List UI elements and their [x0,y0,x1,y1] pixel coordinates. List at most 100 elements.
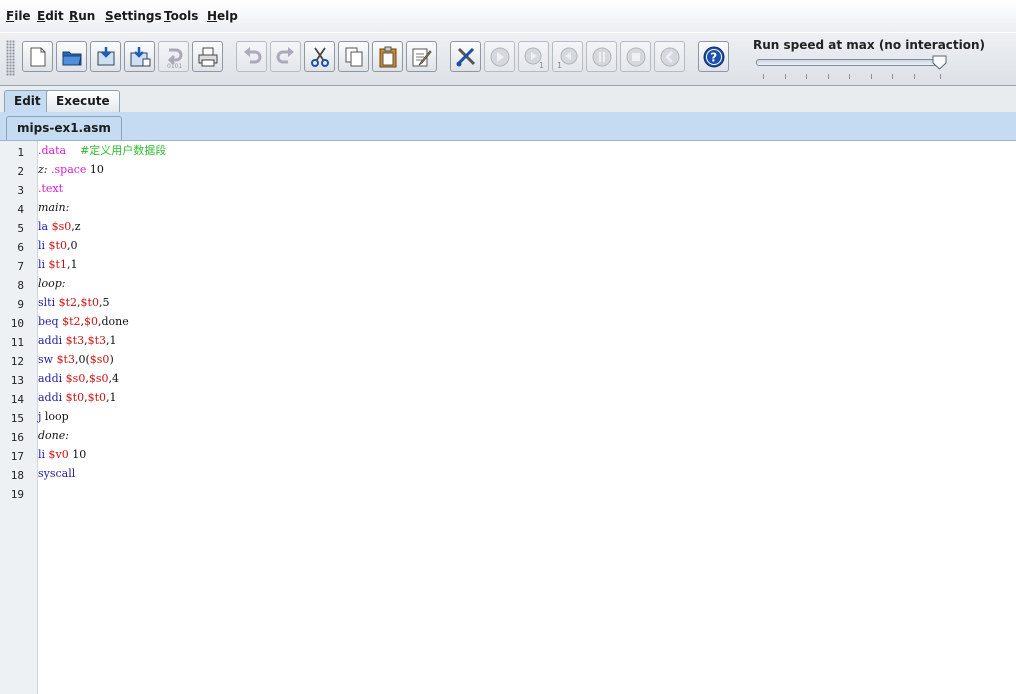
code-token-reg: $0 [84,315,99,328]
code-token-reg: $v0 [48,448,69,461]
menu-settings[interactable]: Settings [105,9,162,23]
dump-memory-button[interactable]: 0101 [158,41,189,72]
code-token-plain: ,5 [98,296,110,309]
code-token-directive: .space [51,163,87,176]
code-token-reg: $t1 [48,258,67,271]
code-token-instr: la [38,220,49,233]
code-token-instr: slti [38,296,56,309]
pause-button[interactable] [586,41,617,72]
code-line[interactable]: la $s0,z [38,217,81,236]
save-as-icon [130,47,151,67]
code-editor[interactable]: .data #定义用户数据段 z: .space 10 .text main: la $… [38,141,1016,694]
code-line[interactable]: loop: [38,274,66,293]
save-button[interactable] [90,41,121,72]
menu-file[interactable]: File [6,9,31,23]
code-token-plain: ) [109,353,114,366]
new-file-button[interactable] [22,41,53,72]
menu-help[interactable]: Help [207,9,238,23]
code-line[interactable]: beq $t2,$0,done [38,312,129,331]
line-number: 5 [17,222,24,235]
line-number: 18 [10,469,24,482]
reset-button[interactable] [654,41,685,72]
open-file-button[interactable] [56,41,87,72]
code-token-instr: li [38,258,46,271]
assemble-button[interactable] [450,41,481,72]
copy-button[interactable] [338,41,369,72]
slider-tick [940,74,941,79]
code-line[interactable]: li $t0,0 [38,236,77,255]
menu-tools[interactable]: Tools [164,9,198,23]
code-token-reg: $t0 [80,296,99,309]
code-line[interactable]: syscall [38,464,75,483]
run-speed-slider[interactable] [756,59,944,66]
find-replace-button[interactable] [406,41,437,72]
stop-button[interactable] [620,41,651,72]
tab-edit[interactable]: Edit [4,90,51,112]
code-token-plain: ,1 [66,258,78,271]
pause-icon [592,47,612,67]
code-token-reg: $t0 [65,391,85,404]
code-token-instr: syscall [38,467,76,480]
find-replace-icon [412,48,432,67]
code-line[interactable]: done: [38,426,69,445]
code-line[interactable]: .data #定义用户数据段 [38,141,166,160]
svg-text:1: 1 [539,61,544,68]
line-number: 13 [10,374,24,387]
run-button[interactable] [484,41,515,72]
step-button[interactable]: 1 [518,41,549,72]
code-line[interactable]: sw $t3,0($s0) [38,350,114,369]
menu-edit[interactable]: Edit [37,9,64,23]
dump-memory-icon: 0101 [167,48,182,68]
code-line[interactable]: main: [38,198,69,217]
code-token-plain: ,done [98,315,129,328]
code-token-reg: $s0 [89,353,110,366]
toolbar-grip[interactable] [6,40,15,76]
step-icon: 1 [524,47,544,68]
save-as-button[interactable] [124,41,155,72]
code-line[interactable]: z: .space 10 [38,160,104,179]
code-token-reg: $s0 [88,372,109,385]
code-token-instr: addi [38,372,63,385]
paste-icon [379,46,397,68]
line-number: 12 [10,355,24,368]
svg-text:1: 1 [557,61,562,68]
code-line[interactable]: slti $t2,$t0,5 [38,293,109,312]
slider-tick [806,74,807,79]
menu-run[interactable]: Run [69,9,95,23]
toolbar: 0101 1 1 ? Run speed at max (no interact… [0,33,1016,86]
code-token-plain: loop [41,410,69,423]
code-line[interactable]: addi $s0,$s0,4 [38,369,119,388]
code-line[interactable]: li $t1,1 [38,255,77,274]
copy-icon [345,47,363,67]
code-line[interactable]: addi $t3,$t3,1 [38,331,117,350]
run-speed-slider-thumb[interactable] [932,55,947,70]
slider-tick [828,74,829,79]
line-number: 1 [17,146,24,159]
line-number: 10 [10,317,24,330]
tab-execute[interactable]: Execute [46,90,120,112]
code-token-plain: 10 [86,163,104,176]
backstep-icon: 1 [557,47,578,68]
cut-button[interactable] [304,41,335,72]
file-tab[interactable]: mips-ex1.asm [6,116,122,140]
code-line[interactable]: li $v0 10 [38,445,86,464]
code-line[interactable]: addi $t0,$t0,1 [38,388,117,407]
code-token-instr: li [38,448,46,461]
undo-button[interactable] [236,41,267,72]
code-line[interactable]: .text [38,179,63,198]
redo-button[interactable] [270,41,301,72]
undo-icon [244,47,262,64]
code-line[interactable]: j loop [38,407,69,426]
line-number: 15 [10,412,24,425]
code-token-label: main: [38,201,70,214]
backstep-button[interactable]: 1 [552,41,583,72]
help-button[interactable]: ? [698,41,729,72]
run-icon [490,47,510,67]
code-token-plain: ,0( [74,353,90,366]
line-number: 3 [17,184,24,197]
line-number: 6 [17,241,24,254]
print-button[interactable] [192,41,223,72]
menu-bar: File Edit Run Settings Tools Help [0,0,1016,32]
paste-button[interactable] [372,41,403,72]
